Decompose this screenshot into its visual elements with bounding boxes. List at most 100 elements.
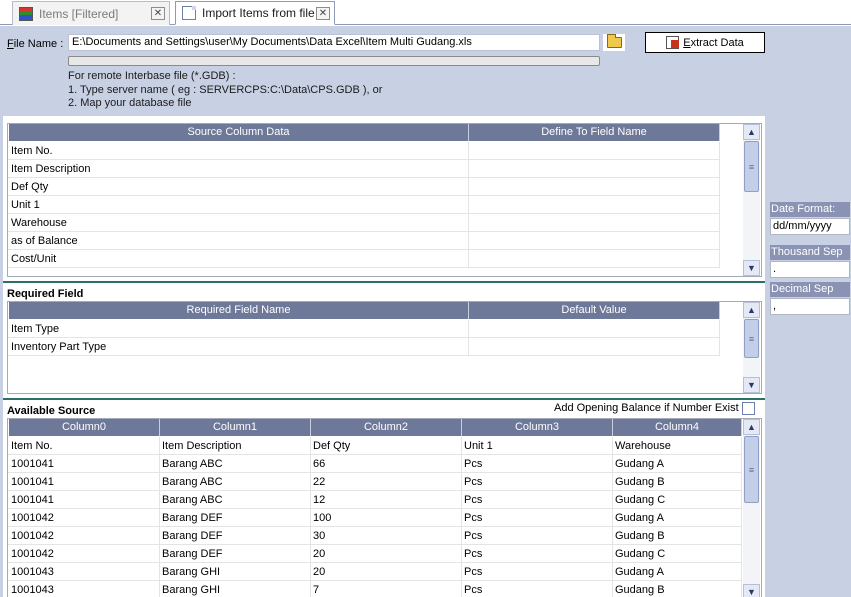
table-cell[interactable]: Barang ABC: [160, 455, 311, 473]
column-header[interactable]: Column2: [311, 419, 462, 436]
date-format-input[interactable]: dd/mm/yyyy: [770, 218, 850, 235]
table-cell[interactable]: [469, 196, 720, 214]
scroll-down-icon[interactable]: ▼: [743, 584, 760, 597]
table-cell[interactable]: Barang ABC: [160, 491, 311, 509]
column-header[interactable]: Column1: [160, 419, 311, 436]
table-cell[interactable]: Pcs: [462, 455, 613, 473]
table-cell[interactable]: [469, 142, 720, 160]
table-row[interactable]: 1001042 Barang DEF 20 Pcs Gudang C: [8, 545, 742, 563]
table-cell[interactable]: Gudang A: [613, 509, 742, 527]
table-cell[interactable]: Item Description: [160, 437, 311, 455]
table-cell[interactable]: Def Qty: [9, 178, 469, 196]
close-icon[interactable]: ✕: [151, 7, 165, 20]
table-cell[interactable]: 1001043: [9, 563, 160, 581]
table-cell[interactable]: Unit 1: [9, 196, 469, 214]
table-cell[interactable]: Pcs: [462, 581, 613, 597]
table-cell[interactable]: 12: [311, 491, 462, 509]
extract-data-button[interactable]: Extract Data: [645, 32, 765, 53]
table-cell[interactable]: Barang DEF: [160, 545, 311, 563]
table-row[interactable]: Cost/Unit: [8, 250, 720, 268]
table-cell[interactable]: Item No.: [9, 437, 160, 455]
column-header[interactable]: Column4: [613, 419, 742, 436]
table-cell[interactable]: Inventory Part Type: [9, 338, 469, 356]
column-header[interactable]: Define To Field Name: [469, 124, 720, 141]
column-header[interactable]: Default Value: [469, 302, 720, 319]
table-row[interactable]: Item No.: [8, 142, 720, 160]
table-row[interactable]: Item Type: [8, 320, 720, 338]
table-cell[interactable]: Pcs: [462, 473, 613, 491]
table-cell[interactable]: Gudang C: [613, 545, 742, 563]
table-cell[interactable]: 1001041: [9, 491, 160, 509]
column-header[interactable]: Required Field Name: [9, 302, 469, 319]
opening-balance-checkbox[interactable]: [742, 402, 755, 415]
table-cell[interactable]: Item Description: [9, 160, 469, 178]
table-cell[interactable]: Barang ABC: [160, 473, 311, 491]
table-row[interactable]: Warehouse: [8, 214, 720, 232]
table-cell[interactable]: Item No.: [9, 142, 469, 160]
table-cell[interactable]: Gudang A: [613, 455, 742, 473]
table-cell[interactable]: Gudang B: [613, 473, 742, 491]
table-cell[interactable]: Pcs: [462, 491, 613, 509]
column-header[interactable]: Column3: [462, 419, 613, 436]
tab-items-filtered[interactable]: Items [Filtered] ✕: [12, 1, 170, 25]
scroll-thumb[interactable]: ≡: [744, 319, 759, 358]
table-cell[interactable]: [469, 160, 720, 178]
browse-button[interactable]: [602, 33, 626, 52]
table-cell[interactable]: Gudang B: [613, 581, 742, 597]
scroll-thumb[interactable]: ≡: [744, 436, 759, 503]
table-cell[interactable]: Gudang C: [613, 491, 742, 509]
table-row[interactable]: 1001042 Barang DEF 100 Pcs Gudang A: [8, 509, 742, 527]
table-cell[interactable]: 22: [311, 473, 462, 491]
table-row[interactable]: Item No. Item Description Def Qty Unit 1 War…: [8, 437, 742, 455]
table-cell[interactable]: Barang GHI: [160, 563, 311, 581]
table-cell[interactable]: Gudang B: [613, 527, 742, 545]
table-cell[interactable]: 1001043: [9, 581, 160, 597]
table-cell[interactable]: Pcs: [462, 527, 613, 545]
table-cell[interactable]: Pcs: [462, 509, 613, 527]
table-cell[interactable]: [469, 250, 720, 268]
table-cell[interactable]: 1001042: [9, 509, 160, 527]
table-row[interactable]: 1001041 Barang ABC 66 Pcs Gudang A: [8, 455, 742, 473]
table-row[interactable]: Item Description: [8, 160, 720, 178]
table-row[interactable]: Unit 1: [8, 196, 720, 214]
table-cell[interactable]: [469, 338, 720, 356]
table-cell[interactable]: Barang DEF: [160, 509, 311, 527]
table-cell[interactable]: as of Balance: [9, 232, 469, 250]
column-header[interactable]: Source Column Data: [9, 124, 469, 141]
table-cell[interactable]: Gudang A: [613, 563, 742, 581]
table-cell[interactable]: 30: [311, 527, 462, 545]
scroll-up-icon[interactable]: ▲: [743, 419, 760, 435]
scroll-thumb[interactable]: ≡: [744, 141, 759, 192]
table-cell[interactable]: 1001042: [9, 527, 160, 545]
table-cell[interactable]: 20: [311, 545, 462, 563]
table-cell[interactable]: Barang GHI: [160, 581, 311, 597]
scroll-down-icon[interactable]: ▼: [743, 260, 760, 276]
vertical-scrollbar[interactable]: ▲ ≡ ▼: [743, 124, 760, 276]
table-cell[interactable]: Item Type: [9, 320, 469, 338]
table-cell[interactable]: 66: [311, 455, 462, 473]
scroll-up-icon[interactable]: ▲: [743, 302, 760, 318]
table-cell[interactable]: Warehouse: [613, 437, 742, 455]
table-cell[interactable]: [469, 320, 720, 338]
table-cell[interactable]: 7: [311, 581, 462, 597]
vertical-scrollbar[interactable]: ▲ ≡ ▼: [743, 302, 760, 393]
table-row[interactable]: as of Balance: [8, 232, 720, 250]
table-cell[interactable]: Pcs: [462, 563, 613, 581]
table-row[interactable]: 1001041 Barang ABC 12 Pcs Gudang C: [8, 491, 742, 509]
table-cell[interactable]: Warehouse: [9, 214, 469, 232]
table-cell[interactable]: 100: [311, 509, 462, 527]
table-row[interactable]: Inventory Part Type: [8, 338, 720, 356]
table-cell[interactable]: 1001042: [9, 545, 160, 563]
table-cell[interactable]: Def Qty: [311, 437, 462, 455]
vertical-scrollbar[interactable]: ▲ ≡ ▼: [743, 419, 760, 597]
table-cell[interactable]: 20: [311, 563, 462, 581]
table-cell[interactable]: [469, 178, 720, 196]
table-cell[interactable]: [469, 214, 720, 232]
table-row[interactable]: 1001043 Barang GHI 20 Pcs Gudang A: [8, 563, 742, 581]
tab-import-items[interactable]: Import Items from file ✕: [175, 1, 335, 25]
table-row[interactable]: 1001041 Barang ABC 22 Pcs Gudang B: [8, 473, 742, 491]
table-cell[interactable]: Pcs: [462, 545, 613, 563]
table-cell[interactable]: [469, 232, 720, 250]
file-path-input[interactable]: E:\Documents and Settings\user\My Docume…: [68, 34, 600, 51]
table-cell[interactable]: Unit 1: [462, 437, 613, 455]
